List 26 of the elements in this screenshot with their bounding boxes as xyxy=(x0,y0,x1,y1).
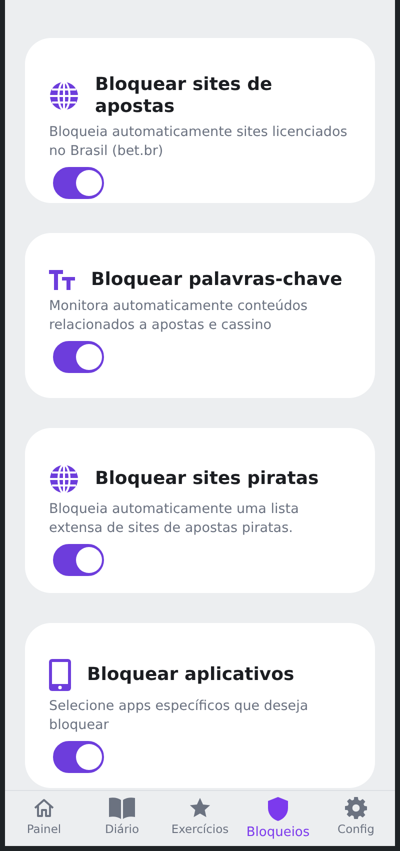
card-title: Bloquear sites piratas xyxy=(95,468,319,490)
nav-label[interactable]: Bloqueios xyxy=(246,823,310,842)
nav-label[interactable]: Diário xyxy=(104,821,140,838)
toggle-switch[interactable] xyxy=(53,167,104,200)
phone-icon xyxy=(49,659,71,691)
toggle-switch[interactable] xyxy=(53,741,104,773)
card-title: Bloquear aplicativos xyxy=(87,664,294,686)
card-description: Bloqueia automaticamente sites licenciados no Brasil (bet.br) xyxy=(49,123,348,162)
card-description: Selecione apps específicos que deseja bloquear xyxy=(49,697,310,735)
card-title: Bloquear sites de apostas xyxy=(95,74,274,118)
toggle-switch[interactable] xyxy=(53,544,104,576)
globe-icon xyxy=(49,80,79,111)
star-icon xyxy=(189,797,211,819)
card-title: Bloquear palavras-chave xyxy=(91,269,342,291)
nav-label[interactable]: Exercícios xyxy=(171,821,229,838)
toggle-switch[interactable] xyxy=(53,340,104,373)
nav-label[interactable]: Config xyxy=(338,821,374,838)
book-icon xyxy=(108,797,136,819)
shield-icon xyxy=(267,797,289,821)
card-description: Monitora automaticamente conteúdos relacionados a apostas e cassino xyxy=(49,296,309,335)
globe-icon xyxy=(49,464,79,494)
nav-label[interactable]: Painel xyxy=(26,821,62,838)
home-icon xyxy=(33,797,55,819)
text-size-icon xyxy=(49,270,75,290)
settings-icon xyxy=(345,797,367,819)
card-description: Bloqueia automaticamente uma lista extensa de sites de apostas piratas. xyxy=(49,500,300,538)
